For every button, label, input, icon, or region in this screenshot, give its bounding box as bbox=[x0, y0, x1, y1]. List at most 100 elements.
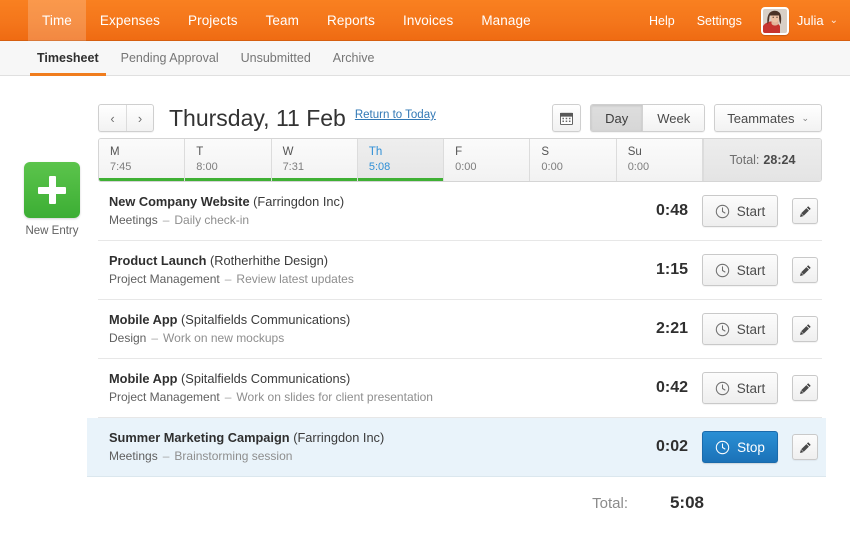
pencil-icon bbox=[799, 323, 812, 336]
date-stepper: ‹ › bbox=[98, 104, 154, 132]
edit-entry-button[interactable] bbox=[792, 375, 818, 401]
entry-info: Product Launch (Rotherhithe Design) Proje… bbox=[109, 252, 626, 288]
day-total-row: Total: 5:08 bbox=[98, 477, 822, 529]
nav-item-reports[interactable]: Reports bbox=[313, 0, 389, 41]
day-tab-hours: 7:31 bbox=[283, 160, 357, 174]
help-link[interactable]: Help bbox=[638, 14, 686, 28]
pencil-icon bbox=[799, 382, 812, 395]
time-entry-row[interactable]: Mobile App (Spitalfields Communications)… bbox=[98, 359, 822, 418]
day-tab-su[interactable]: Su0:00 bbox=[617, 139, 703, 181]
view-mode-toggle: Day Week bbox=[590, 104, 705, 132]
entry-info: Mobile App (Spitalfields Communications)… bbox=[109, 370, 626, 406]
chevron-down-icon: ⌄ bbox=[830, 16, 838, 26]
nav-item-expenses[interactable]: Expenses bbox=[86, 0, 174, 41]
entry-project-name: Mobile App bbox=[109, 312, 177, 327]
day-tab-th[interactable]: Th5:08 bbox=[358, 139, 444, 181]
week-total-value: 28:24 bbox=[763, 153, 795, 167]
edit-entry-button[interactable] bbox=[792, 198, 818, 224]
day-tab-s[interactable]: S0:00 bbox=[530, 139, 616, 181]
edit-entry-button[interactable] bbox=[792, 434, 818, 460]
time-entry-row[interactable]: Product Launch (Rotherhithe Design) Proje… bbox=[98, 241, 822, 300]
start-timer-button[interactable]: Start bbox=[702, 372, 778, 404]
entry-task-name: Meetings bbox=[109, 449, 158, 463]
entry-duration: 2:21 bbox=[626, 320, 688, 338]
day-tab-hours: 0:00 bbox=[628, 160, 702, 174]
subnav-item-pending-approval[interactable]: Pending Approval bbox=[110, 41, 230, 75]
time-entry-row[interactable]: Summer Marketing Campaign (Farringdon In… bbox=[87, 418, 826, 477]
clock-icon bbox=[715, 381, 730, 396]
entry-title: Product Launch (Rotherhithe Design) bbox=[109, 252, 626, 269]
nav-item-projects[interactable]: Projects bbox=[174, 0, 252, 41]
entry-duration: 0:02 bbox=[626, 438, 688, 456]
view-controls: Day Week Teammates ⌄ bbox=[552, 104, 822, 132]
subnav-item-unsubmitted[interactable]: Unsubmitted bbox=[230, 41, 322, 75]
entry-title: Mobile App (Spitalfields Communications) bbox=[109, 370, 626, 387]
day-tab-t[interactable]: T8:00 bbox=[185, 139, 271, 181]
plus-icon bbox=[24, 162, 80, 218]
nav-item-manage[interactable]: Manage bbox=[467, 0, 544, 41]
entry-project-name: New Company Website bbox=[109, 194, 250, 209]
entry-client-name: (Farringdon Inc) bbox=[253, 194, 344, 209]
entry-info: Summer Marketing Campaign (Farringdon In… bbox=[109, 429, 626, 465]
day-tab-name: F bbox=[455, 145, 529, 159]
entry-note: Work on new mockups bbox=[163, 331, 284, 345]
entry-duration: 0:48 bbox=[626, 202, 688, 220]
calendar-icon bbox=[560, 112, 573, 125]
week-day-tabs: M7:45T8:00W7:31Th5:08F0:00S0:00Su0:00Tot… bbox=[98, 138, 822, 182]
time-entry-row[interactable]: New Company Website (Farringdon Inc) Meet… bbox=[98, 182, 822, 241]
previous-day-button[interactable]: ‹ bbox=[99, 105, 126, 131]
start-timer-button[interactable]: Start bbox=[702, 313, 778, 345]
entry-note: Daily check-in bbox=[174, 213, 249, 227]
entry-client-name: (Spitalfields Communications) bbox=[181, 312, 350, 327]
start-timer-button[interactable]: Start bbox=[702, 254, 778, 286]
new-entry-button[interactable]: New Entry bbox=[24, 162, 80, 237]
user-name-label: Julia bbox=[797, 13, 824, 28]
day-tab-w[interactable]: W7:31 bbox=[272, 139, 358, 181]
user-menu[interactable]: Julia ⌄ bbox=[753, 7, 838, 35]
settings-link[interactable]: Settings bbox=[686, 14, 753, 28]
day-tab-hours: 7:45 bbox=[110, 160, 184, 174]
pencil-icon bbox=[799, 264, 812, 277]
calendar-picker-button[interactable] bbox=[552, 104, 581, 132]
view-week-button[interactable]: Week bbox=[642, 105, 704, 131]
day-tab-f[interactable]: F0:00 bbox=[444, 139, 530, 181]
entry-project-name: Summer Marketing Campaign bbox=[109, 430, 290, 445]
timer-button-label: Start bbox=[737, 204, 766, 219]
day-tab-hours: 0:00 bbox=[541, 160, 615, 174]
day-tab-hours: 5:08 bbox=[369, 160, 443, 174]
next-day-button[interactable]: › bbox=[126, 105, 153, 131]
subnav-item-timesheet[interactable]: Timesheet bbox=[26, 41, 110, 75]
subnav-item-archive[interactable]: Archive bbox=[322, 41, 386, 75]
teammates-dropdown[interactable]: Teammates ⌄ bbox=[714, 104, 822, 132]
nav-item-team[interactable]: Team bbox=[252, 0, 313, 41]
clock-icon bbox=[715, 263, 730, 278]
view-day-button[interactable]: Day bbox=[591, 105, 642, 131]
entry-separator: – bbox=[225, 390, 232, 404]
pencil-icon bbox=[799, 441, 812, 454]
entry-note: Work on slides for client presentation bbox=[236, 390, 433, 404]
edit-entry-button[interactable] bbox=[792, 257, 818, 283]
week-total-tab: Total:28:24 bbox=[703, 139, 821, 181]
day-tab-m[interactable]: M7:45 bbox=[99, 139, 185, 181]
return-to-today-link[interactable]: Return to Today bbox=[355, 109, 436, 121]
entry-separator: – bbox=[163, 213, 170, 227]
entry-client-name: (Spitalfields Communications) bbox=[181, 371, 350, 386]
week-total-label: Total: bbox=[730, 153, 760, 167]
top-nav-right: Help Settings Julia ⌄ bbox=[638, 0, 850, 41]
entry-subtitle: Project Management–Review latest updates bbox=[109, 271, 626, 288]
day-tab-name: M bbox=[110, 145, 184, 159]
edit-entry-button[interactable] bbox=[792, 316, 818, 342]
stop-timer-button[interactable]: Stop bbox=[702, 431, 778, 463]
entry-subtitle: Meetings–Daily check-in bbox=[109, 212, 626, 229]
day-total-value: 5:08 bbox=[628, 493, 704, 513]
start-timer-button[interactable]: Start bbox=[702, 195, 778, 227]
nav-item-time[interactable]: Time bbox=[28, 0, 86, 41]
nav-item-invoices[interactable]: Invoices bbox=[389, 0, 467, 41]
day-tab-name: Th bbox=[369, 145, 443, 159]
entry-duration: 0:42 bbox=[626, 379, 688, 397]
entry-task-name: Project Management bbox=[109, 272, 220, 286]
time-entry-row[interactable]: Mobile App (Spitalfields Communications)… bbox=[98, 300, 822, 359]
clock-icon bbox=[715, 204, 730, 219]
day-tab-hours: 8:00 bbox=[196, 160, 270, 174]
top-nav-items: TimeExpensesProjectsTeamReportsInvoicesM… bbox=[0, 0, 545, 41]
